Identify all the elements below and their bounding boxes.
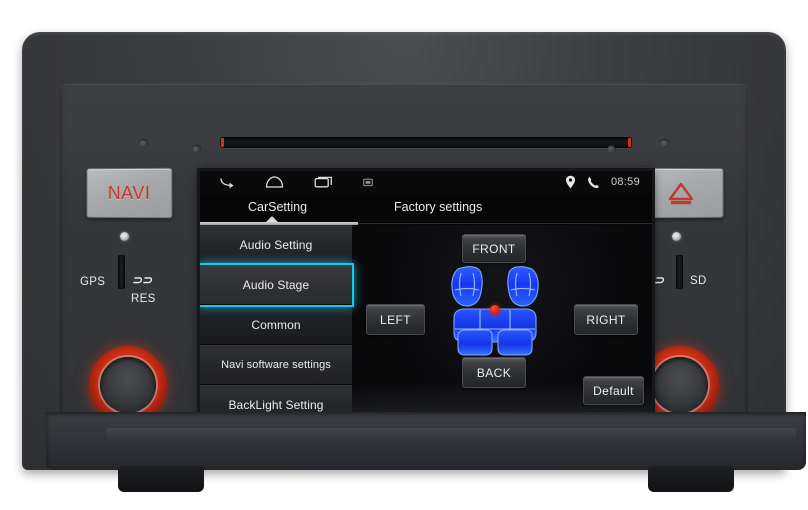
front-button[interactable]: FRONT xyxy=(462,234,526,263)
sidebar-item-label: Audio Setting xyxy=(239,237,313,252)
settings-sidebar: Audio Setting Audio Stage Common Navi so… xyxy=(200,225,352,443)
front-left-seat xyxy=(451,266,483,307)
front-right-seat xyxy=(507,266,539,307)
sidebar-item-label: Audio Stage xyxy=(242,277,310,292)
screen-body: Audio Setting Audio Stage Common Navi so… xyxy=(200,225,652,443)
sd-label: SD xyxy=(690,275,707,287)
lcd-screen: 08:59 CarSetting Factory settings Audio … xyxy=(200,171,652,443)
back-icon[interactable] xyxy=(218,176,235,189)
rear-bench-seat xyxy=(453,308,537,356)
android-nav-icons xyxy=(208,176,373,189)
recents-icon[interactable] xyxy=(314,176,333,188)
phone-icon xyxy=(588,176,599,188)
disc-slot-end-left xyxy=(221,138,224,147)
status-led xyxy=(672,232,681,241)
bezel-screw xyxy=(139,139,148,148)
tab-bar: CarSetting Factory settings xyxy=(200,193,652,225)
tab-carsetting[interactable]: CarSetting xyxy=(242,197,313,217)
car-seat-diagram[interactable] xyxy=(446,263,544,359)
sd-icon: ⊃⊃ xyxy=(132,273,153,287)
left-button[interactable]: LEFT xyxy=(366,304,425,335)
bezel-screw xyxy=(660,139,669,148)
disc-slot-end-right xyxy=(628,138,631,147)
sidebar-item-common[interactable]: Common xyxy=(200,305,352,345)
location-pin-icon xyxy=(565,175,575,189)
knob-face[interactable] xyxy=(652,357,708,413)
screenshot-icon[interactable] xyxy=(363,178,373,187)
sidebar-item-label: BackLight Setting xyxy=(228,397,324,412)
chassis-foot-right xyxy=(648,466,734,492)
android-status-bar: 08:59 xyxy=(200,171,652,193)
screenshot-root: NAVI GPS ⊃⊃ RES ⊃⊃ SD 08:59 CarSetting F… xyxy=(0,0,808,510)
home-icon[interactable] xyxy=(265,176,284,188)
sidebar-item-audio-setting[interactable]: Audio Setting xyxy=(200,225,352,265)
knob-face[interactable] xyxy=(100,357,156,413)
sidebar-item-label: Navi software settings xyxy=(221,358,331,371)
status-bar-right: 08:59 xyxy=(565,175,644,189)
back-button[interactable]: BACK xyxy=(462,357,526,388)
base-ridge xyxy=(106,428,796,440)
tab-active-caret-icon xyxy=(266,216,278,222)
chassis-base xyxy=(46,412,806,492)
tab-factory-settings[interactable]: Factory settings xyxy=(388,197,488,217)
head-unit-chassis: NAVI GPS ⊃⊃ RES ⊃⊃ SD 08:59 CarSetting F… xyxy=(22,32,806,492)
gps-label: GPS xyxy=(80,276,106,288)
tab-inactive-underline xyxy=(358,223,652,224)
default-button[interactable]: Default xyxy=(583,376,644,405)
sidebar-item-audio-stage[interactable]: Audio Stage xyxy=(200,265,352,305)
sd-card-slot-left[interactable] xyxy=(118,255,125,289)
status-led xyxy=(120,232,129,241)
status-clock: 08:59 xyxy=(610,176,640,188)
right-button[interactable]: RIGHT xyxy=(574,304,638,335)
navi-button-label: NAVI xyxy=(107,182,151,203)
audio-stage-panel: FRONT LEFT RIGHT BACK Default xyxy=(352,225,652,443)
sidebar-item-navi-software-settings[interactable]: Navi software settings xyxy=(200,345,352,385)
navi-button[interactable]: NAVI xyxy=(86,167,173,219)
sd-card-slot-right[interactable] xyxy=(676,255,683,289)
bezel-screw xyxy=(607,145,616,154)
sidebar-item-label: Common xyxy=(251,317,301,332)
res-label: RES xyxy=(131,293,156,305)
stage-position-marker[interactable] xyxy=(490,305,500,315)
hazard-triangle-icon xyxy=(666,180,696,205)
chassis-foot-left xyxy=(118,466,204,492)
left-control-column: NAVI GPS ⊃⊃ RES xyxy=(74,160,182,428)
disc-slot[interactable] xyxy=(220,137,632,148)
bezel-screw xyxy=(192,145,201,154)
